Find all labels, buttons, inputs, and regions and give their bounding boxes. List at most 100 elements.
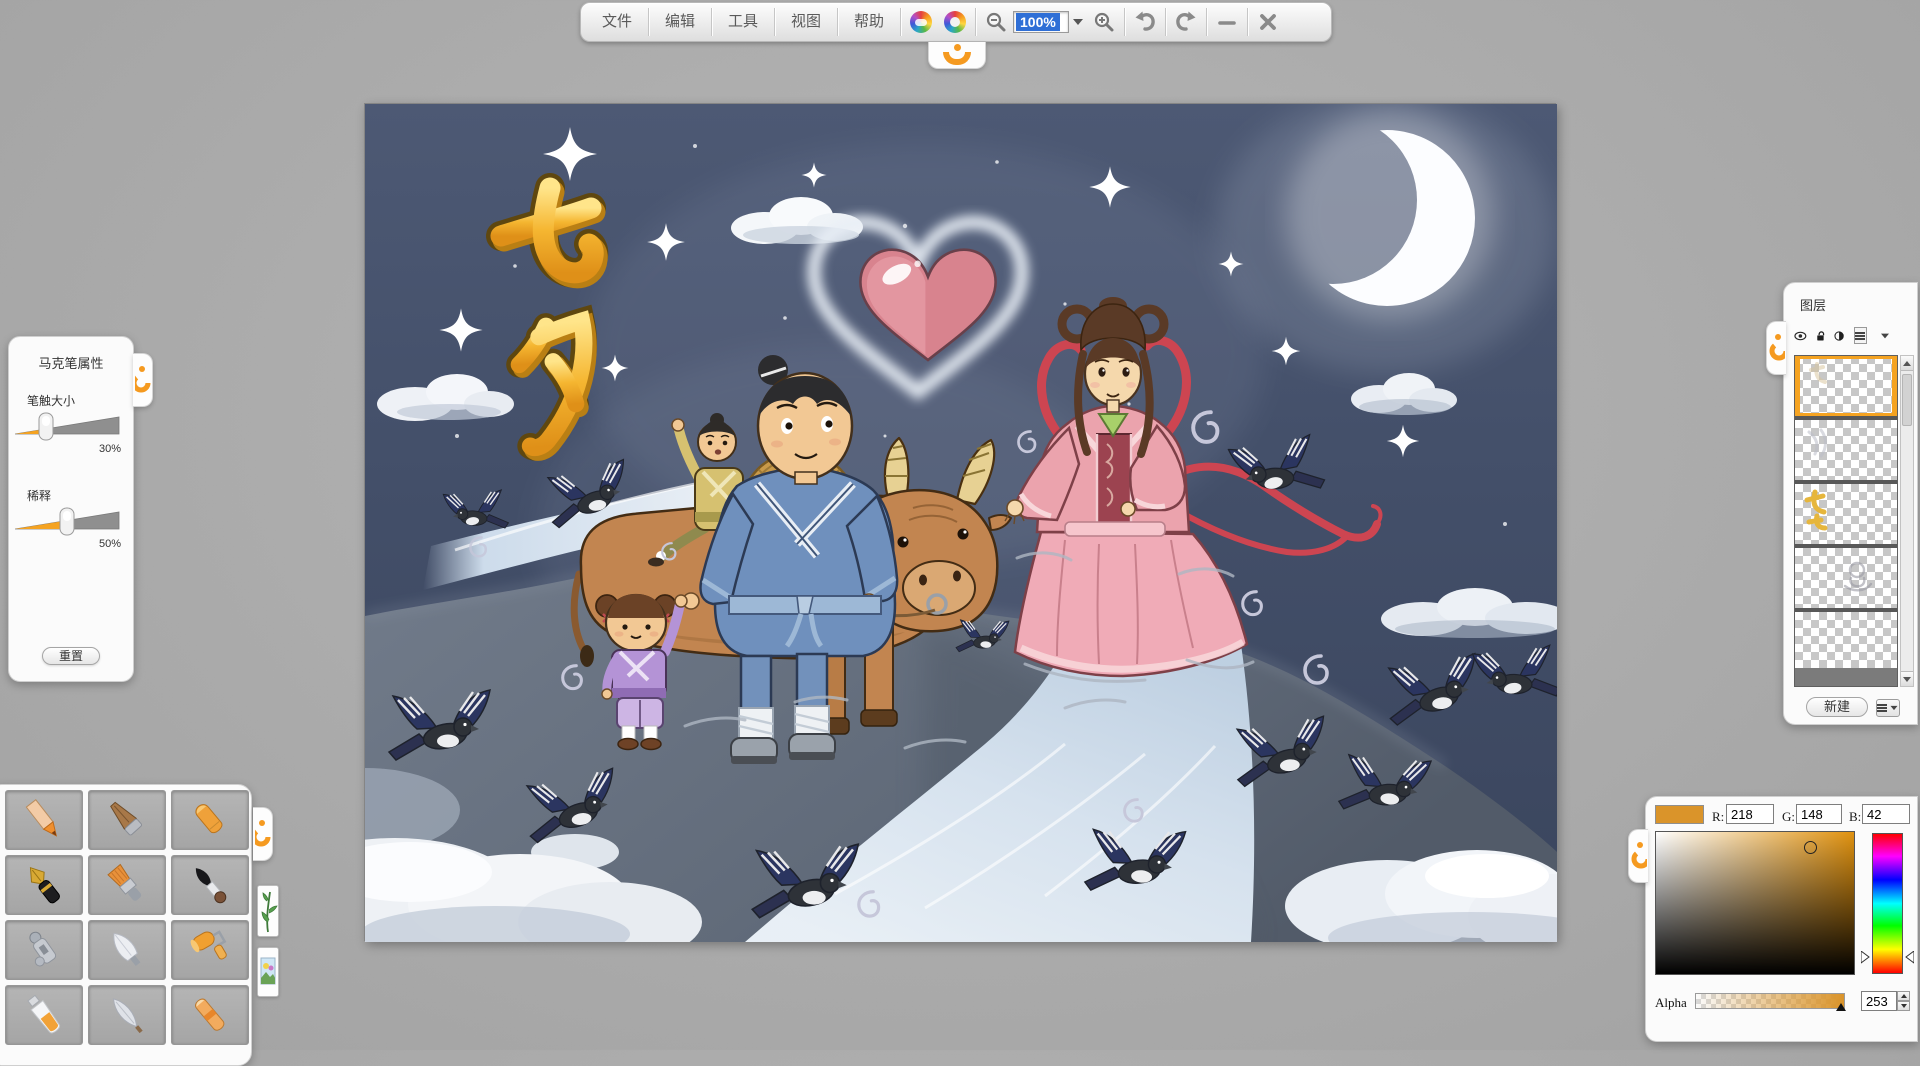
undo-icon[interactable] xyxy=(1128,4,1162,40)
scrollbar-thumb[interactable] xyxy=(1902,374,1912,426)
brush-tool-wooden-pen[interactable] xyxy=(88,790,166,850)
toolbar-separator xyxy=(1206,8,1207,36)
canvas-area[interactable] xyxy=(364,103,1556,941)
handle-dot-icon xyxy=(954,44,961,51)
zoom-dropdown-icon[interactable] xyxy=(1073,19,1083,25)
toolbar-separator xyxy=(975,8,976,36)
rainbow-app-logo-icon[interactable] xyxy=(904,4,938,40)
toolbar-separator xyxy=(648,8,649,36)
menu-help[interactable]: 帮助 xyxy=(841,4,897,40)
brush-tool-marker[interactable] xyxy=(171,790,249,850)
layers-scrollbar[interactable] xyxy=(1900,355,1914,687)
brush-tool-airbrush[interactable] xyxy=(5,920,83,980)
color-panel-collapse-handle[interactable] xyxy=(1628,829,1648,883)
layers-panel-collapse-handle[interactable] xyxy=(1766,321,1786,375)
zoom-level-field[interactable]: 100% xyxy=(1013,11,1069,33)
hue-bar[interactable] xyxy=(1872,833,1903,974)
green-input[interactable] xyxy=(1796,804,1842,824)
canvas-artwork[interactable] xyxy=(365,104,1557,942)
zoom-in-icon[interactable] xyxy=(1087,4,1121,40)
sv-selector-ring[interactable] xyxy=(1804,841,1817,854)
brush-tool-palette-knife[interactable] xyxy=(88,920,166,980)
toolbar-separator xyxy=(1124,8,1125,36)
alpha-spinner xyxy=(1897,991,1910,1011)
zoom-level-value[interactable]: 100% xyxy=(1016,13,1060,31)
brush-tool-paint-tube[interactable] xyxy=(5,985,83,1045)
layer-thumbnail-2[interactable] xyxy=(1795,420,1897,484)
handle-crescent-icon xyxy=(255,817,271,851)
brush-tool-colored-pencil[interactable] xyxy=(5,790,83,850)
toolbar-separator xyxy=(711,8,712,36)
rainbow-ring-logo-icon[interactable] xyxy=(938,4,972,40)
layer-thumbnail-1[interactable] xyxy=(1795,356,1897,420)
scroll-down-button[interactable] xyxy=(1901,671,1913,686)
brush-tool-grid xyxy=(5,790,249,1045)
handle-crescent-icon xyxy=(135,363,151,397)
alpha-spin-down[interactable] xyxy=(1897,1001,1910,1011)
color-picker-panel: R: G: B: Alpha xyxy=(1645,796,1918,1042)
reset-button[interactable]: 重置 xyxy=(42,647,100,665)
alpha-slider[interactable] xyxy=(1695,993,1845,1009)
main-toolbar: 文件 编辑 工具 视图 帮助 100% xyxy=(580,2,1332,42)
brush-properties-panel: 马克笔属性 笔触大小 30% 稀释 50% 重置 xyxy=(8,336,134,682)
brush-tool-flat-brush[interactable] xyxy=(88,855,166,915)
layer-thumbnail-4[interactable] xyxy=(1795,548,1897,612)
dilution-slider[interactable] xyxy=(15,504,127,538)
dilution-label: 稀释 xyxy=(27,487,133,504)
brush-palette-collapse-handle[interactable] xyxy=(253,807,273,861)
alpha-spin-up[interactable] xyxy=(1897,991,1910,1001)
brush-size-slider[interactable] xyxy=(15,409,127,443)
brush-palette-panel xyxy=(0,784,252,1066)
brush-properties-collapse-handle[interactable] xyxy=(133,353,153,407)
layers-list xyxy=(1794,355,1898,687)
menu-edit[interactable]: 编辑 xyxy=(652,4,708,40)
toolbar-separator xyxy=(774,8,775,36)
toolbar-collapse-handle[interactable] xyxy=(928,42,986,69)
layers-panel: 图层 新建 xyxy=(1783,282,1918,725)
menu-file[interactable]: 文件 xyxy=(589,4,645,40)
redo-icon[interactable] xyxy=(1169,4,1203,40)
brush-size-label: 笔触大小 xyxy=(27,392,133,409)
hue-arrow-right[interactable] xyxy=(1905,951,1914,964)
new-layer-button[interactable]: 新建 xyxy=(1806,697,1868,717)
plant-stamp-tool[interactable] xyxy=(257,885,279,937)
layer-unlock-icon[interactable] xyxy=(1816,328,1826,344)
handle-crescent-icon xyxy=(1769,331,1785,365)
dilution-value: 50% xyxy=(9,538,121,550)
brush-size-value: 30% xyxy=(9,443,121,455)
saturation-value-square[interactable] xyxy=(1655,831,1855,975)
layer-list-menu-button[interactable] xyxy=(1876,699,1900,717)
layer-menu-icon[interactable] xyxy=(1854,327,1867,344)
hue-arrow-left[interactable] xyxy=(1861,951,1870,964)
red-label: R: xyxy=(1712,809,1724,825)
close-icon[interactable] xyxy=(1251,4,1285,40)
brush-tool-crayon[interactable] xyxy=(171,985,249,1045)
toolbar-separator xyxy=(1165,8,1166,36)
current-color-swatch[interactable] xyxy=(1655,805,1704,824)
layer-thumbnail-5[interactable] xyxy=(1795,612,1897,668)
toolbar-separator xyxy=(1247,8,1248,36)
scroll-up-button[interactable] xyxy=(1901,356,1913,371)
brush-tool-paint-roller[interactable] xyxy=(171,920,249,980)
menu-view[interactable]: 视图 xyxy=(778,4,834,40)
layer-visibility-eye-icon[interactable] xyxy=(1794,329,1807,343)
alpha-label: Alpha xyxy=(1655,995,1687,1011)
handle-arc-icon xyxy=(943,52,971,65)
toolbar-separator xyxy=(837,8,838,36)
brush-tool-ink-brush[interactable] xyxy=(171,855,249,915)
layer-thumbnail-3[interactable] xyxy=(1795,484,1897,548)
brush-tool-fountain-pen[interactable] xyxy=(5,855,83,915)
minimize-icon[interactable] xyxy=(1210,4,1244,40)
alpha-slider-marker[interactable] xyxy=(1836,1003,1846,1011)
handle-crescent-icon xyxy=(1631,839,1647,873)
layer-menu-caret-icon[interactable] xyxy=(1881,333,1889,338)
brush-tool-oil-knife[interactable] xyxy=(88,985,166,1045)
brush-properties-title: 马克笔属性 xyxy=(9,353,133,372)
picture-stamp-tool[interactable] xyxy=(257,947,279,997)
blue-input[interactable] xyxy=(1862,804,1910,824)
layer-blend-contrast-icon[interactable] xyxy=(1834,328,1844,344)
zoom-out-icon[interactable] xyxy=(979,4,1013,40)
alpha-input[interactable] xyxy=(1861,991,1897,1011)
red-input[interactable] xyxy=(1726,804,1774,824)
menu-tools[interactable]: 工具 xyxy=(715,4,771,40)
